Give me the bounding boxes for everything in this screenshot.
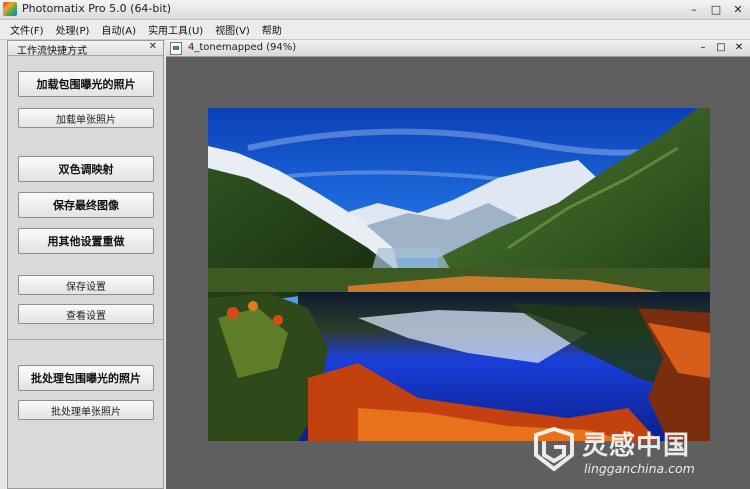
menu-bar: 文件(F) 处理(P) 自动(A) 实用工具(U) 视图(V) 帮助: [0, 20, 750, 40]
panel-title: 工作流快捷方式: [17, 46, 87, 57]
landscape-illustration: [208, 108, 710, 441]
document-minimize-button[interactable]: –: [696, 40, 710, 55]
photomatix-app-icon: [3, 2, 17, 16]
menu-automate[interactable]: 自动(A): [95, 22, 142, 37]
document-title-bar: 4_tonemapped (94%) – □ ✕: [166, 40, 750, 57]
save-settings-button[interactable]: 保存设置: [18, 275, 154, 295]
panel-close-icon[interactable]: ✕: [149, 41, 157, 52]
document-window-controls: – □ ✕: [696, 40, 746, 55]
window-controls: – □ ✕: [686, 1, 746, 17]
load-single-photo-button[interactable]: 加载单张照片: [18, 108, 154, 128]
lingganchina-watermark: 灵感中国 lingganchina.com: [530, 419, 742, 483]
view-settings-button[interactable]: 查看设置: [18, 304, 154, 324]
maximize-button[interactable]: □: [708, 1, 724, 17]
document-maximize-button[interactable]: □: [714, 40, 728, 55]
minimize-button[interactable]: –: [686, 1, 702, 17]
lingganchina-logo-icon: [534, 426, 574, 472]
batch-single-photos-button[interactable]: 批处理单张照片: [18, 400, 154, 420]
menu-utilities[interactable]: 实用工具(U): [142, 22, 209, 37]
workflow-shortcuts-panel: 工作流快捷方式 ✕ 加载包围曝光的照片 加载单张照片 双色调映射 保存最终图像 …: [7, 40, 164, 489]
menu-file[interactable]: 文件(F): [0, 22, 50, 37]
batch-bracketed-photos-button[interactable]: 批处理包围曝光的照片: [18, 365, 154, 391]
panel-divider: [8, 339, 163, 340]
document-close-button[interactable]: ✕: [732, 40, 746, 55]
load-bracketed-photos-button[interactable]: 加载包围曝光的照片: [18, 71, 154, 97]
tonemapped-landscape-image: [208, 108, 710, 441]
panel-header: 工作流快捷方式 ✕: [8, 41, 163, 57]
double-tone-mapping-button[interactable]: 双色调映射: [18, 156, 154, 182]
save-final-image-button[interactable]: 保存最终图像: [18, 192, 154, 218]
watermark-url-text: lingganchina.com: [584, 461, 695, 476]
menu-view[interactable]: 视图(V): [209, 22, 256, 37]
menu-help[interactable]: 帮助: [256, 22, 288, 37]
window-title: Photomatix Pro 5.0 (64-bit): [22, 2, 172, 15]
redo-with-other-settings-button[interactable]: 用其他设置重做: [18, 228, 154, 254]
title-bar: Photomatix Pro 5.0 (64-bit) – □ ✕: [0, 0, 750, 20]
close-button[interactable]: ✕: [730, 1, 746, 17]
image-document-window: 4_tonemapped (94%) – □ ✕ 灵感中国 lingganchi…: [166, 40, 750, 489]
document-title: 4_tonemapped (94%): [188, 42, 297, 53]
menu-process[interactable]: 处理(P): [50, 22, 96, 37]
watermark-chinese-text: 灵感中国: [582, 431, 691, 461]
image-document-icon: [170, 42, 182, 55]
